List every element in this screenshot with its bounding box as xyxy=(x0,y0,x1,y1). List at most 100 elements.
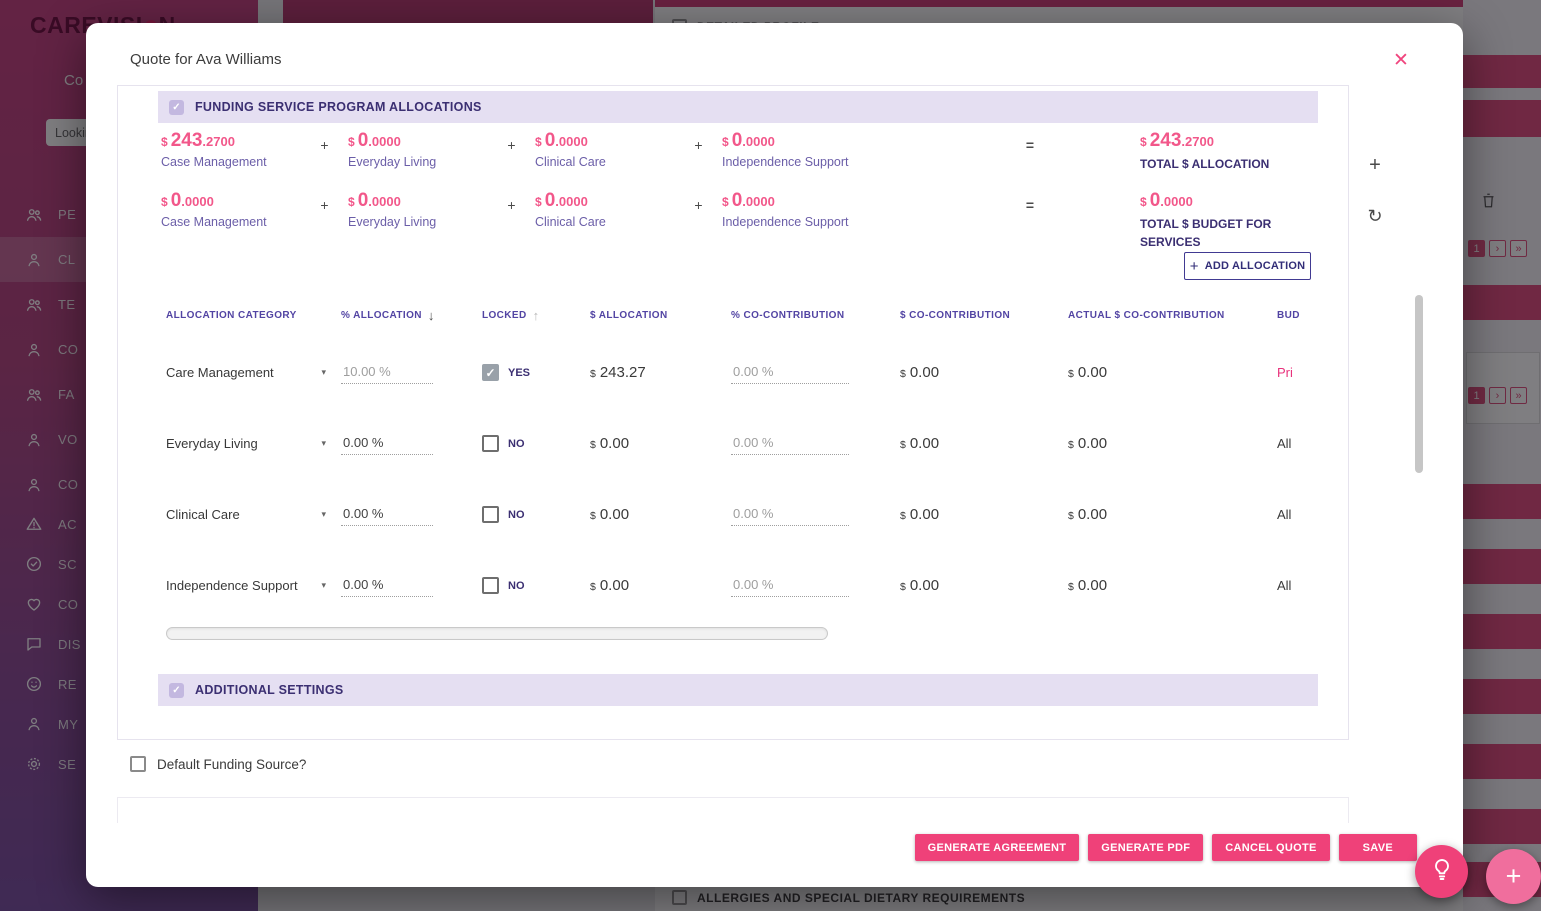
add-funding-icon[interactable]: + xyxy=(1363,153,1387,177)
table-header-row: ALLOCATION CATEGORY % ALLOCATION ↓ LOCKE… xyxy=(166,293,1316,337)
cancel-quote-button[interactable]: CANCEL QUOTE xyxy=(1212,834,1330,861)
currency-sign: $ xyxy=(722,135,729,149)
budget-cell: All xyxy=(1277,507,1292,522)
summary-label: Independence Support xyxy=(722,155,849,169)
amount-whole: 0 xyxy=(170,190,182,211)
summary-label: Everyday Living xyxy=(348,155,437,169)
allocation-table: ALLOCATION CATEGORY % ALLOCATION ↓ LOCKE… xyxy=(166,293,1316,621)
refresh-icon[interactable]: ↻ xyxy=(1363,204,1387,228)
category-value: Everyday Living xyxy=(166,436,258,451)
pct-allocation-input[interactable]: 0.00 % xyxy=(341,504,433,526)
generate-agreement-button[interactable]: GENERATE AGREEMENT xyxy=(914,834,1080,861)
chevron-down-icon: ▾ xyxy=(321,367,326,377)
summary-item: $ 0 .0000 Everyday Living xyxy=(348,190,488,229)
currency-sign: $ xyxy=(1068,368,1074,380)
pct-co-contribution-input[interactable]: 0.00 % xyxy=(731,504,849,526)
summary-label: Independence Support xyxy=(722,215,849,229)
screen: CAREVISI N Co Looking PE CL TE CO xyxy=(0,0,1541,911)
allocation-amount-cell: $ 243.27 xyxy=(590,364,731,381)
currency-sign: $ xyxy=(535,135,542,149)
sort-desc-icon[interactable]: ↓ xyxy=(428,308,435,323)
amount-fraction: .0000 xyxy=(1160,194,1193,209)
category-value: Clinical Care xyxy=(166,507,240,522)
add-allocation-label: ADD ALLOCATION xyxy=(1204,260,1306,272)
collapse-checkbox-icon[interactable]: ✓ xyxy=(169,682,184,698)
total-amount: $ 243 .2700 xyxy=(1140,130,1318,152)
total-label: TOTAL $ BUDGET FOR SERVICES xyxy=(1140,217,1272,249)
locked-checkbox[interactable] xyxy=(482,577,499,594)
table-row: Independence Support ▾ 0.00 % NO $ 0.00 … xyxy=(166,550,1316,621)
amount-fraction: .0000 xyxy=(181,194,214,209)
save-button[interactable]: SAVE xyxy=(1338,834,1417,861)
summary-amount: $ 0 .0000 xyxy=(161,190,301,212)
pct-allocation-input[interactable]: 10.00 % xyxy=(341,362,433,384)
vertical-scrollbar-thumb[interactable] xyxy=(1415,295,1423,473)
currency-sign: $ xyxy=(535,195,542,209)
locked-cell: ✓ YES xyxy=(482,364,590,381)
amount-whole: 243 xyxy=(1149,130,1182,151)
default-funding-label: Default Funding Source? xyxy=(157,756,307,772)
category-dropdown[interactable]: Independence Support ▾ xyxy=(166,578,326,593)
budget-cell: All xyxy=(1277,436,1292,451)
allocation-value: 243.27 xyxy=(599,364,646,381)
close-icon[interactable]: ✕ xyxy=(1388,47,1414,73)
summary-label: Everyday Living xyxy=(348,215,437,229)
currency-sign: $ xyxy=(1068,581,1074,593)
currency-sign: $ xyxy=(900,368,906,380)
collapsed-section-outline xyxy=(117,797,1349,823)
amount-whole: 0 xyxy=(731,190,743,211)
pct-co-contribution-input[interactable]: 0.00 % xyxy=(731,575,849,597)
currency-sign: $ xyxy=(590,439,596,451)
total-allocation: $ 243 .2700 TOTAL $ ALLOCATION xyxy=(1140,130,1318,173)
collapse-checkbox-icon[interactable]: ✓ xyxy=(169,99,184,115)
currency-sign: $ xyxy=(722,195,729,209)
sort-asc-icon[interactable]: ↑ xyxy=(533,308,540,323)
help-fab-button[interactable] xyxy=(1415,845,1468,898)
additional-settings-header: ✓ ADDITIONAL SETTINGS xyxy=(158,674,1318,706)
additional-settings-title: ADDITIONAL SETTINGS xyxy=(195,683,344,697)
quote-modal: Quote for Ava Williams ✕ ✓ FUNDING SERVI… xyxy=(86,23,1463,887)
summary-amount: $ 0 .0000 xyxy=(722,130,897,152)
currency-sign: $ xyxy=(1068,510,1074,522)
category-dropdown[interactable]: Care Management ▾ xyxy=(166,365,326,380)
default-funding-checkbox[interactable] xyxy=(130,756,146,772)
actual-co-contribution-value: 0.00 xyxy=(1077,506,1108,523)
horizontal-scrollbar-thumb[interactable] xyxy=(166,627,828,640)
pct-co-contribution-input[interactable]: 0.00 % xyxy=(731,433,849,455)
amount-whole: 0 xyxy=(544,130,556,151)
plus-operator: + xyxy=(507,197,516,213)
locked-checkbox[interactable]: ✓ xyxy=(482,364,499,381)
default-funding-row: Default Funding Source? xyxy=(130,756,306,772)
locked-checkbox[interactable] xyxy=(482,435,499,452)
add-allocation-button[interactable]: + ADD ALLOCATION xyxy=(1184,252,1311,280)
equals-operator: = xyxy=(1025,137,1035,153)
plus-operator: + xyxy=(694,137,703,153)
currency-sign: $ xyxy=(590,510,596,522)
actual-co-contribution-value: 0.00 xyxy=(1077,577,1108,594)
currency-sign: $ xyxy=(1140,135,1147,149)
plus-operator: + xyxy=(694,197,703,213)
amount-fraction: .0000 xyxy=(368,134,401,149)
currency-sign: $ xyxy=(900,581,906,593)
plus-operator: + xyxy=(320,197,329,213)
pct-allocation-input[interactable]: 0.00 % xyxy=(341,575,433,597)
category-dropdown[interactable]: Everyday Living ▾ xyxy=(166,436,326,451)
allocation-amount-cell: $ 0.00 xyxy=(590,435,731,452)
table-row: Everyday Living ▾ 0.00 % NO $ 0.00 0.00 … xyxy=(166,408,1316,479)
summary-item: $ 0 .0000 Independence Support xyxy=(722,130,897,169)
currency-sign: $ xyxy=(1068,439,1074,451)
modal-title: Quote for Ava Williams xyxy=(130,51,282,68)
summary-item: $ 0 .0000 Everyday Living xyxy=(348,130,488,169)
plus-operator: + xyxy=(507,137,516,153)
amount-fraction: .0000 xyxy=(555,134,588,149)
add-fab-button[interactable]: + xyxy=(1486,849,1541,904)
amount-fraction: .0000 xyxy=(555,194,588,209)
co-contribution-cell: $ 0.00 xyxy=(900,506,1068,523)
pct-co-contribution-input[interactable]: 0.00 % xyxy=(731,362,849,384)
category-dropdown[interactable]: Clinical Care ▾ xyxy=(166,507,326,522)
allocation-amount-cell: $ 0.00 xyxy=(590,577,731,594)
pct-allocation-input[interactable]: 0.00 % xyxy=(341,433,433,455)
locked-checkbox[interactable] xyxy=(482,506,499,523)
generate-pdf-button[interactable]: GENERATE PDF xyxy=(1088,834,1204,861)
lightbulb-icon xyxy=(1430,857,1454,886)
